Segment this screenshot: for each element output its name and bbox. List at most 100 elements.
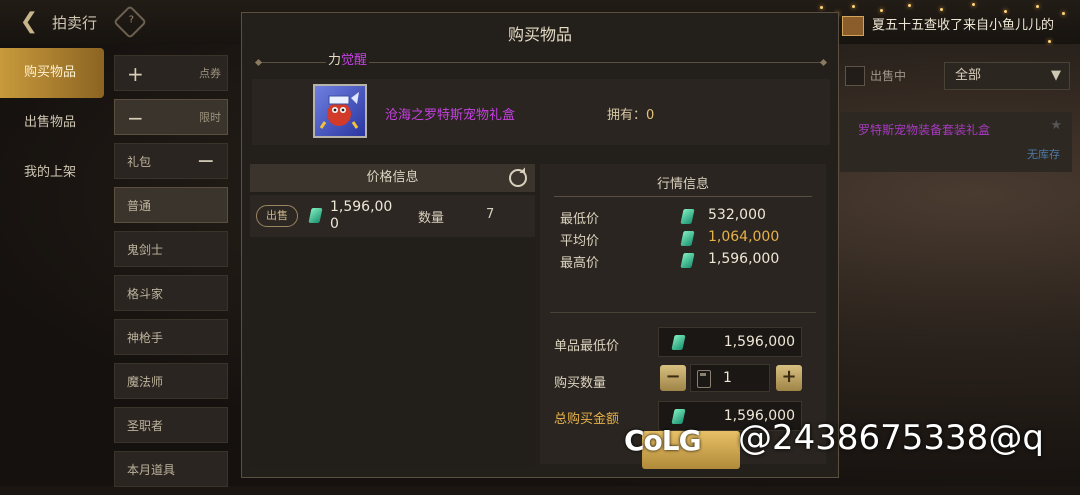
back-arrow-icon[interactable]: ❮: [14, 9, 44, 35]
stat-value-avg: 1,064,000: [708, 229, 780, 245]
category-label: 礼包: [127, 155, 152, 169]
list-item-name: 罗特斯宠物装备套装礼盒: [858, 123, 991, 137]
stat-value-min: 532,000: [708, 207, 766, 223]
category-label: 本月道具: [127, 463, 176, 477]
gem-icon: [308, 208, 323, 223]
category-item[interactable]: 本月道具: [114, 451, 228, 487]
category-cash-expand[interactable]: + 点券: [114, 55, 228, 91]
listing-list: [250, 239, 535, 469]
page-title: 拍卖行: [52, 14, 98, 32]
price-info-title: 价格信息: [366, 170, 419, 185]
unit-min-price-value: 1,596,000: [723, 334, 795, 350]
quantity-input-value: 1: [723, 370, 732, 386]
category-item[interactable]: 礼包 −: [114, 143, 228, 179]
gem-icon: [680, 253, 695, 268]
gem-icon: [671, 409, 686, 424]
calculator-icon[interactable]: [697, 370, 711, 388]
plus-icon: +: [127, 62, 144, 86]
on-sale-label: 出售中: [870, 69, 907, 83]
select-value: 全部: [955, 68, 982, 83]
market-info-title: 行情信息: [656, 177, 709, 192]
decrease-quantity-button[interactable]: −: [660, 365, 686, 391]
list-item-stock: 无库存: [1027, 148, 1060, 161]
increase-quantity-button[interactable]: +: [776, 365, 802, 391]
nav-label: 购买物品: [24, 65, 77, 80]
category-item[interactable]: 魔法师: [114, 363, 228, 399]
owned-value: 0: [646, 108, 655, 123]
buy-quantity-label: 购买数量: [554, 376, 607, 391]
watermark-text: @2438675338@q: [738, 418, 1044, 458]
gem-icon: [680, 209, 695, 224]
awaken-label: 觉醒: [341, 53, 368, 68]
sparkle: [908, 4, 911, 7]
awaken-prefix: 力: [328, 53, 342, 68]
nav-label: 出售物品: [24, 115, 77, 130]
category-label: 普通: [127, 199, 152, 213]
sparkle: [1048, 40, 1051, 43]
unit-min-price-label: 单品最低价: [554, 339, 620, 354]
chest-icon: [842, 15, 864, 36]
category-item[interactable]: 圣职者: [114, 407, 228, 443]
category-label: 魔法师: [127, 375, 164, 389]
refresh-icon[interactable]: [509, 169, 527, 187]
sparkle: [1062, 12, 1065, 15]
sparkle: [1036, 5, 1039, 8]
category-item[interactable]: 普通: [114, 187, 228, 223]
quantity-value: 7: [486, 207, 495, 222]
quantity-input[interactable]: 1: [690, 364, 770, 392]
sparkle: [972, 3, 975, 6]
quantity-label: 数量: [418, 211, 445, 226]
category-item[interactable]: 神枪手: [114, 319, 228, 355]
watermark-logo: CoLG: [624, 424, 702, 457]
stat-label-min: 最低价: [560, 212, 600, 227]
sparkle: [820, 6, 823, 9]
minus-icon: −: [196, 149, 215, 174]
buy-item-dialog: 购买物品 力觉醒 沧海之罗特斯宠物礼盒 拥有：0 价格信息 出售 1,596,0…: [241, 12, 839, 478]
divider: [550, 312, 816, 313]
list-item[interactable]: 罗特斯宠物装备套装礼盒 ★ 无库存: [840, 112, 1072, 172]
owned-label: 拥有：: [607, 108, 647, 123]
sparkle: [1004, 10, 1007, 13]
category-label: 点券: [199, 67, 221, 80]
category-item[interactable]: 格斗家: [114, 275, 228, 311]
nav-item-sell[interactable]: 出售物品: [0, 98, 104, 148]
left-nav: 购买物品 出售物品 我的上架: [0, 48, 104, 198]
category-limited-collapse[interactable]: − 限时: [114, 99, 228, 135]
dialog-title: 购买物品: [507, 25, 572, 44]
owned-count: 拥有：0: [607, 104, 654, 123]
notice-banner: 夏五十五查收了来自小鱼儿儿的: [842, 14, 1080, 36]
category-label: 格斗家: [127, 287, 164, 301]
item-name: 沧海之罗特斯宠物礼盒: [385, 108, 516, 123]
category-label: 圣职者: [127, 419, 164, 433]
price-info-header: 价格信息: [250, 164, 535, 192]
sparkle: [880, 9, 883, 12]
awaken-tag: 力觉醒: [326, 49, 370, 68]
filter-select[interactable]: 全部 ▼: [944, 62, 1070, 90]
total-amount-label: 总购买金额: [554, 412, 620, 427]
gem-icon: [671, 335, 686, 350]
sparkle: [940, 8, 943, 11]
category-list: + 点券 − 限时 礼包 − 普通 鬼剑士 格斗家 神枪手 魔法师 圣职者 本月道具: [114, 55, 228, 495]
nav-item-my-listings[interactable]: 我的上架: [0, 148, 104, 198]
minus-icon: −: [127, 106, 144, 130]
stat-label-avg: 平均价: [560, 234, 600, 249]
star-icon[interactable]: ★: [1050, 118, 1062, 133]
sparkle: [852, 5, 855, 8]
stat-label-max: 最高价: [560, 256, 600, 271]
triangle-down-icon: ▼: [1051, 68, 1061, 83]
divider: [554, 196, 812, 197]
notice-text: 夏五十五查收了来自小鱼儿儿的: [872, 18, 1055, 33]
category-item[interactable]: 鬼剑士: [114, 231, 228, 267]
item-summary: 沧海之罗特斯宠物礼盒 拥有：0: [252, 79, 830, 145]
category-label: 限时: [199, 111, 221, 124]
listing-price: 1,596,000: [330, 199, 393, 232]
nav-item-buy[interactable]: 购买物品: [0, 48, 104, 98]
stat-value-max: 1,596,000: [708, 251, 780, 267]
nav-label: 我的上架: [24, 165, 77, 180]
help-diamond-icon[interactable]: ?: [113, 5, 147, 39]
table-row[interactable]: 出售 1,596,000 数量 7: [250, 195, 535, 237]
pet-gift-box-icon: [313, 84, 367, 138]
unit-min-price-field: 1,596,000: [658, 327, 802, 357]
on-sale-checkbox[interactable]: [845, 66, 865, 86]
gem-icon: [680, 231, 695, 246]
